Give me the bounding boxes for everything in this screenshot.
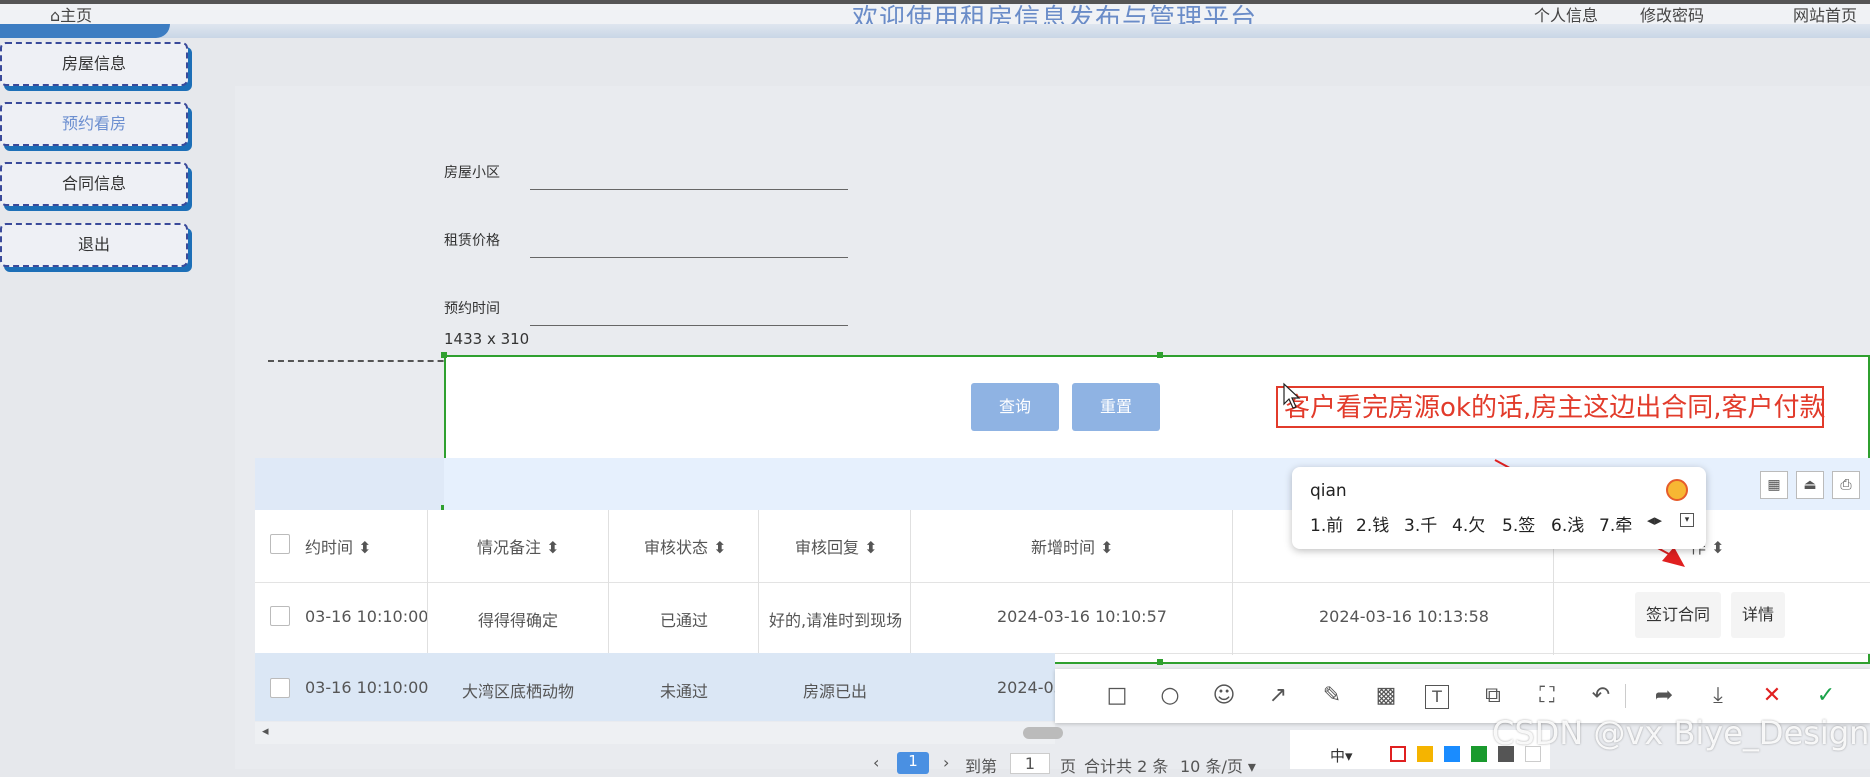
column-divider (608, 510, 609, 655)
sidebar-item-logout[interactable]: 退出 (0, 223, 188, 267)
row-checkbox[interactable] (270, 606, 290, 626)
cell-updated-time: 2024-03-16 10:13:58 (1319, 607, 1489, 626)
horizontal-scrollbar[interactable] (255, 722, 1055, 744)
close-icon[interactable]: ✕ (1757, 681, 1787, 711)
cell-appointment-time: 03-16 10:10:00 (305, 607, 429, 626)
detail-button[interactable]: 详情 (1731, 592, 1785, 638)
ime-candidate[interactable]: 1.前 (1310, 511, 1343, 536)
cell-review-status: 已通过 (660, 611, 709, 630)
ime-candidate[interactable]: 3.千 (1404, 511, 1437, 536)
rectangle-tool-icon[interactable]: □ (1102, 681, 1132, 711)
export-icon[interactable]: ⏏ (1796, 471, 1824, 499)
nav-site-home[interactable]: 网站首页 (1793, 2, 1857, 26)
ime-input-text: qian (1310, 481, 1347, 501)
copy-tool-icon[interactable]: ⧉ (1478, 681, 1508, 711)
field-label-price: 租赁价格 (444, 233, 500, 249)
color-swatch-red[interactable] (1390, 746, 1406, 762)
color-swatch-blue[interactable] (1444, 746, 1460, 762)
column-divider (910, 510, 911, 655)
field-label-community: 房屋小区 (444, 165, 500, 181)
cell-note: 得得得确定 (478, 611, 559, 630)
header-appointment-time[interactable]: 约时间 ⬍ (305, 534, 372, 558)
emoji-tool-icon[interactable]: ☺ (1209, 681, 1239, 711)
header-note[interactable]: 情况备注 ⬍ (477, 534, 560, 558)
ime-candidate[interactable]: 7.牵 (1599, 511, 1632, 536)
home-link[interactable]: ⌂主页 (50, 2, 92, 26)
prev-page-icon[interactable]: ‹ (873, 753, 879, 772)
ocr-tool-icon[interactable]: ⛶ (1532, 681, 1562, 711)
print-icon[interactable]: ⎙ (1832, 471, 1860, 499)
undo-icon[interactable]: ↶ (1586, 681, 1616, 711)
field-label-appointment-time: 预约时间 (444, 301, 500, 317)
pen-tool-icon[interactable]: ✎ (1317, 681, 1347, 711)
sidebar-item-viewing-appointment[interactable]: 预约看房 (0, 102, 188, 146)
selection-dimensions: 1433 x 310 (444, 330, 530, 348)
selection-handle-bottom[interactable] (1157, 659, 1163, 665)
sign-contract-button[interactable]: 签订合同 (1635, 592, 1721, 638)
ime-candidate[interactable]: 2.钱 (1356, 511, 1389, 536)
reset-button[interactable]: 重置 (1072, 383, 1160, 431)
sidebar-item-house-info[interactable]: 房屋信息 (0, 42, 188, 86)
row-checkbox[interactable] (270, 678, 290, 698)
query-button[interactable]: 查询 (971, 383, 1059, 431)
column-divider (1232, 510, 1233, 655)
scroll-left-icon[interactable]: ◂ (262, 724, 269, 739)
select-all-checkbox[interactable] (270, 534, 290, 554)
watermark: CSDN @vx Biye_Design (1492, 714, 1870, 752)
color-swatch-green[interactable] (1471, 746, 1487, 762)
page-size-select[interactable]: 10 条/页 ▾ (1180, 753, 1256, 777)
ime-candidate[interactable]: 6.浅 (1551, 511, 1584, 536)
appointment-time-input[interactable] (530, 325, 848, 326)
mouse-cursor-icon (1283, 382, 1301, 409)
toolbar-divider (1625, 684, 1626, 708)
cell-review-reply: 房源已出 (803, 682, 868, 701)
cell-review-reply: 好的,请准时到现场 (769, 611, 903, 630)
scrollbar-thumb[interactable] (1023, 727, 1063, 739)
color-swatch-yellow[interactable] (1417, 746, 1433, 762)
share-icon[interactable]: ➦ (1649, 681, 1679, 711)
cell-appointment-time: 03-16 10:10:00 (305, 678, 429, 697)
ime-candidate[interactable]: 4.欠 (1452, 511, 1485, 536)
current-page[interactable]: 1 (897, 752, 929, 774)
mosaic-tool-icon[interactable]: ▩ (1371, 681, 1401, 711)
header-wave-decoration (0, 24, 1870, 38)
ime-page-arrows-icon[interactable]: ◂▸ (1647, 511, 1662, 529)
selection-handle-top[interactable] (1157, 352, 1163, 358)
font-size-select[interactable]: 中▾ (1330, 745, 1353, 766)
ime-candidate[interactable]: 5.签 (1502, 511, 1535, 536)
header-review-reply[interactable]: 审核回复 ⬍ (795, 534, 878, 558)
sidebar-item-contract-info[interactable]: 合同信息 (0, 162, 188, 206)
header-review-status[interactable]: 审核状态 ⬍ (644, 534, 727, 558)
ime-logo-icon (1666, 479, 1688, 501)
ime-expand-icon[interactable]: ▾ (1680, 513, 1694, 527)
price-input[interactable] (530, 257, 848, 258)
text-tool-icon[interactable]: T (1425, 685, 1449, 709)
header-created-time[interactable]: 新增时间 ⬍ (1031, 534, 1114, 558)
total-count: 合计共 2 条 (1084, 757, 1169, 776)
download-icon[interactable]: ⤓ (1703, 681, 1733, 711)
text-annotation[interactable]: 客户看完房源ok的话,房主这边出合同,客户付款 (1276, 386, 1826, 428)
ime-candidate-popup: qian 1.前 2.钱 3.千 4.欠 5.签 6.浅 7.牵 ◂▸ ▾ (1292, 467, 1706, 549)
cell-created-time: 2024-03-16 10:10:57 (997, 607, 1167, 626)
cell-note: 大湾区底栖动物 (462, 682, 575, 701)
community-input[interactable] (530, 189, 848, 190)
ellipse-tool-icon[interactable]: ○ (1155, 681, 1185, 711)
page-unit: 页 (1060, 757, 1077, 776)
column-divider (758, 510, 759, 655)
cell-review-status: 未通过 (660, 682, 709, 701)
grid-icon[interactable]: ▦ (1760, 471, 1788, 499)
nav-profile[interactable]: 个人信息 (1534, 2, 1598, 26)
goto-label: 到第 (965, 757, 998, 776)
confirm-icon[interactable]: ✓ (1811, 681, 1841, 711)
next-page-icon[interactable]: › (943, 753, 949, 772)
nav-change-password[interactable]: 修改密码 (1640, 2, 1704, 26)
arrow-tool-icon[interactable]: ↗ (1263, 681, 1293, 711)
selection-handle-tl[interactable] (441, 352, 447, 358)
goto-page-input[interactable]: 1 (1010, 753, 1050, 774)
cell-created-time: 2024-03 (997, 678, 1064, 697)
